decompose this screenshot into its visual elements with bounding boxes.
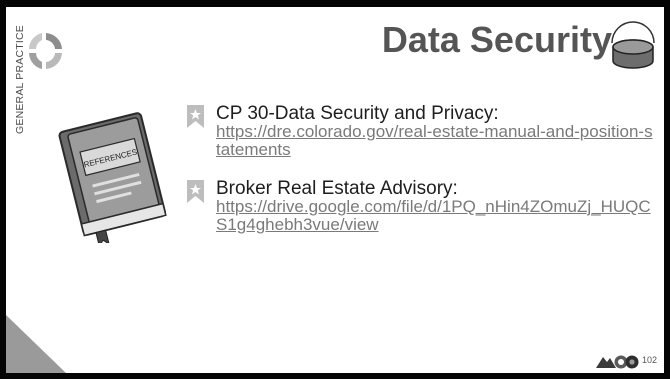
reference-link[interactable]: https://dre.colorado.gov/real-estate-man… (216, 123, 656, 159)
reference-title: Broker Real Estate Advisory: (216, 178, 458, 199)
reference-link[interactable]: https://drive.google.com/file/d/1PQ_nHin… (216, 198, 656, 234)
reference-title: CP 30-Data Security and Privacy: (216, 103, 499, 124)
circular-arrows-icon (29, 33, 62, 69)
book-icon: REFERENCES (58, 112, 167, 243)
bookmark-bullet-icon (187, 180, 204, 203)
corner-decoration (6, 315, 66, 373)
slide: GENERAL PRACTICE Data Security REFERENCE… (6, 7, 664, 373)
colorado-logo-icon (596, 355, 639, 369)
database-icon (611, 21, 655, 69)
page-title: Data Security (381, 19, 612, 60)
bookmark-bullet-icon (187, 105, 204, 128)
page-number: 102 (642, 355, 658, 365)
